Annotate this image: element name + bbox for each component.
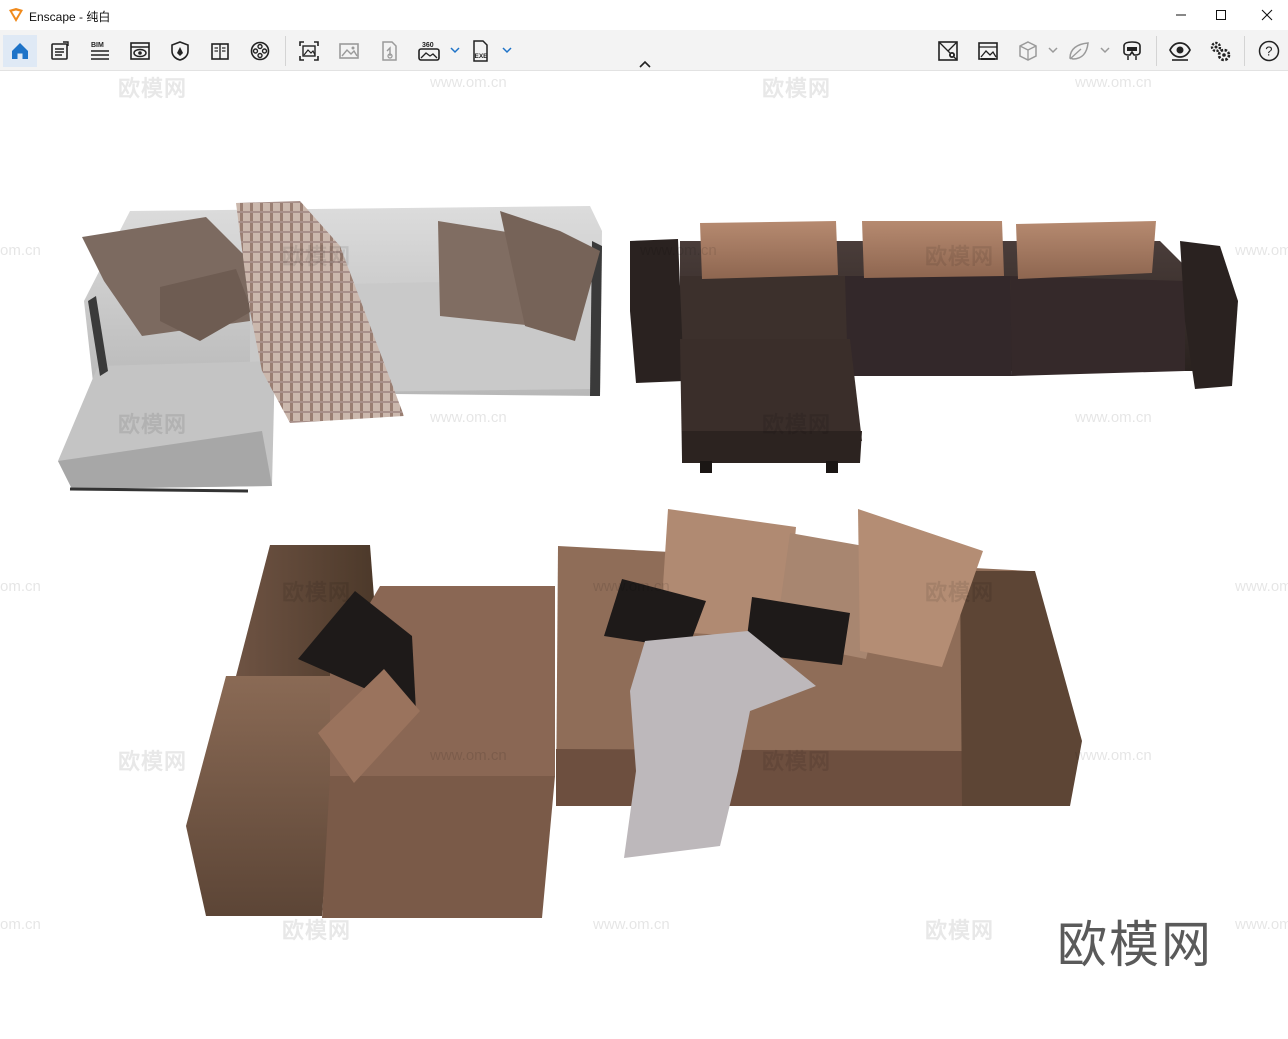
bim-button[interactable]: BIM bbox=[83, 35, 117, 67]
vr-headset-button[interactable] bbox=[1115, 35, 1149, 67]
watermark-text: www.om.cn bbox=[593, 578, 670, 595]
watermark-text: om.cn bbox=[0, 242, 41, 259]
brand-watermark: 欧模网 bbox=[282, 580, 352, 605]
general-settings-button[interactable] bbox=[1203, 35, 1237, 67]
brown-modular-sofa bbox=[186, 509, 1082, 918]
site-context-icon bbox=[938, 41, 958, 61]
brand-watermark: 欧模网 bbox=[762, 412, 832, 437]
view-management-button[interactable] bbox=[123, 35, 157, 67]
chevron-down-icon[interactable] bbox=[1100, 44, 1110, 56]
enscape-logo-icon bbox=[9, 8, 23, 22]
watermark-text: om.cn bbox=[0, 916, 41, 933]
watermark-text: om.cn bbox=[0, 578, 41, 595]
sofa-render-image bbox=[58, 201, 1238, 918]
home-icon bbox=[12, 43, 28, 59]
vr-headset-icon bbox=[1123, 41, 1141, 60]
material-editor-button[interactable] bbox=[203, 35, 237, 67]
toolbar-separator bbox=[1156, 36, 1157, 66]
capture-views-button[interactable] bbox=[332, 35, 366, 67]
brand-watermark: 欧模网 bbox=[118, 749, 188, 774]
video-editor-button[interactable] bbox=[243, 35, 277, 67]
panorama-button[interactable]: 360 bbox=[412, 35, 446, 67]
brand-watermark: 欧模网 bbox=[925, 918, 995, 943]
brand-watermark: 欧模网 bbox=[282, 244, 352, 269]
batch-render-icon bbox=[382, 41, 397, 61]
enscape-toolbar: BIM 360 EXE ? bbox=[0, 30, 1288, 71]
svg-text:360: 360 bbox=[422, 42, 434, 49]
cube-icon bbox=[1019, 41, 1037, 61]
svg-text:EXE: EXE bbox=[475, 53, 489, 60]
toolbar-separator bbox=[1244, 36, 1245, 66]
watermark-text: www.om.cn bbox=[430, 74, 507, 91]
title-bar: Enscape - 纯白 bbox=[0, 0, 1288, 30]
brand-watermark: 欧模网 bbox=[762, 749, 832, 774]
shield-icon bbox=[171, 41, 189, 61]
watermark-text: www.om.cn bbox=[1075, 409, 1152, 426]
book-icon bbox=[211, 43, 229, 60]
batch-render-button[interactable] bbox=[372, 35, 406, 67]
brand-logo-watermark: 欧模网 bbox=[1057, 917, 1213, 973]
watermark-text: www.om.cn bbox=[1075, 74, 1152, 91]
brand-watermark: 欧模网 bbox=[118, 76, 188, 101]
material-mode-button[interactable] bbox=[1062, 35, 1096, 67]
eye-window-icon bbox=[130, 42, 150, 60]
watermark-text: www.om.cn bbox=[1235, 578, 1288, 595]
watermark-text: www.om.cn bbox=[1075, 747, 1152, 764]
settings-gears-icon bbox=[1210, 41, 1231, 62]
asset-library-button[interactable] bbox=[163, 35, 197, 67]
chevron-down-icon[interactable] bbox=[1048, 44, 1058, 56]
collapse-toolbar-icon[interactable] bbox=[637, 57, 653, 71]
watermark-text: www.om.cn bbox=[1235, 242, 1288, 259]
chevron-down-icon[interactable] bbox=[502, 44, 512, 56]
toolbar-separator bbox=[285, 36, 286, 66]
window-title: Enscape - 纯白 bbox=[29, 10, 111, 24]
site-context-button[interactable] bbox=[931, 35, 965, 67]
brand-watermark: 欧模网 bbox=[118, 412, 188, 437]
panorama-360-icon: 360 bbox=[418, 42, 440, 61]
watermark-text: www.om.cn bbox=[430, 409, 507, 426]
film-reel-icon bbox=[250, 41, 270, 61]
brand-watermark: 欧模网 bbox=[282, 918, 352, 943]
export-exe-icon: EXE bbox=[473, 40, 489, 62]
watermark-text: www.om.cn bbox=[1235, 916, 1288, 933]
brand-watermark: 欧模网 bbox=[925, 580, 995, 605]
brand-watermark: 欧模网 bbox=[925, 244, 995, 269]
visual-settings-button[interactable] bbox=[1163, 35, 1197, 67]
svg-text:BIM: BIM bbox=[91, 42, 104, 49]
clipboard-icon bbox=[51, 41, 69, 60]
project-notes-button[interactable] bbox=[43, 35, 77, 67]
atmosphere-button[interactable] bbox=[971, 35, 1005, 67]
render-image-button[interactable] bbox=[292, 35, 326, 67]
chevron-down-icon[interactable] bbox=[450, 44, 460, 56]
bim-icon: BIM bbox=[91, 42, 109, 60]
maximize-button[interactable] bbox=[1198, 0, 1244, 30]
help-icon: ? bbox=[1258, 40, 1280, 62]
maximize-icon bbox=[1216, 10, 1226, 20]
help-button[interactable]: ? bbox=[1252, 35, 1286, 67]
export-button[interactable]: EXE bbox=[464, 35, 498, 67]
render-viewport[interactable]: www.om.cn www.om.cn om.cn www.om.cn www.… bbox=[0, 71, 1288, 1039]
brand-watermark: 欧模网 bbox=[762, 76, 832, 101]
image-icon bbox=[339, 43, 359, 59]
minimize-icon bbox=[1176, 14, 1186, 16]
close-button[interactable] bbox=[1244, 0, 1288, 30]
material-leaf-icon bbox=[1069, 42, 1089, 60]
close-icon bbox=[1261, 9, 1273, 21]
visual-settings-icon bbox=[1169, 42, 1191, 61]
image-gallery-icon bbox=[978, 42, 998, 60]
watermark-text: www.om.cn bbox=[640, 242, 717, 259]
watermark-text: www.om.cn bbox=[593, 916, 670, 933]
screenshot-icon bbox=[299, 41, 319, 61]
view-mode-button[interactable] bbox=[1011, 35, 1045, 67]
svg-text:?: ? bbox=[1265, 44, 1272, 59]
home-button[interactable] bbox=[3, 35, 37, 67]
watermark-text: www.om.cn bbox=[430, 747, 507, 764]
